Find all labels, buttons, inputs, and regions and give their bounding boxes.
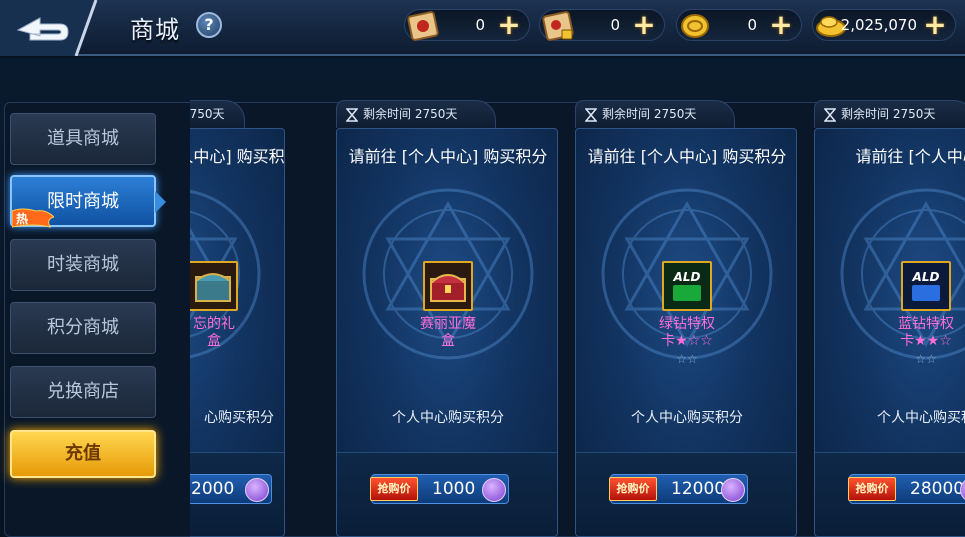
hourglass-icon [585, 108, 597, 122]
card-body: 请前往 [个人中心] ! ALD 蓝钻特权 卡★★☆ ☆☆ 个人中心购买积 抢购… [814, 128, 965, 537]
product-card[interactable]: 剩余时间 2750天 请前往 [个人中心] 购买积分 赛丽亚魔 盒 个人中心购买… [336, 100, 558, 537]
timer-tab: 2750天 [190, 100, 245, 128]
timer-text: 剩余时间 2750天 [363, 107, 458, 121]
item-name: 绿钻特权 卡★☆☆ [576, 316, 796, 350]
sidebar-item-exchange-shop[interactable]: 兑换商店 [10, 366, 156, 418]
sidebar-item-fashion-shop[interactable]: 时装商城 [10, 239, 156, 291]
hourglass-icon [824, 108, 836, 122]
card-headline: 请前往 [个人中心] ! [855, 147, 965, 166]
timer-tab: 剩余时间 2750天 [814, 100, 965, 128]
add-currency-button[interactable]: + [767, 11, 795, 40]
recharge-button[interactable]: 充值 [10, 430, 156, 478]
card-body: 请前往 [个人中心] 购买积分 ALD 绿钻特权 卡★☆☆ ☆☆ 个人中心购买积… [575, 128, 797, 537]
product-card[interactable]: 剩余时间 2750天 请前往 [个人中心] 购买积分 ALD 绿钻特权 卡★☆☆… [575, 100, 797, 537]
item-name-line2: 卡★★☆ [900, 333, 952, 349]
blue-diamond-card-icon[interactable]: ALD [901, 261, 951, 311]
product-card[interactable]: 剩余时间 2750天 请前往 [个人中心] ! ALD 蓝钻特权 卡★★☆ ☆☆… [814, 100, 965, 537]
item-name-line2: 盒 [207, 333, 221, 349]
add-currency-button[interactable]: + [495, 11, 523, 40]
points-coin-icon [482, 478, 506, 502]
price-value: 1000 [432, 479, 476, 499]
currency-gold-coin: 0 + [676, 9, 802, 41]
sidebar-item-label: 限时商城 [47, 191, 119, 212]
card-body: 请前往 [个人中心] 购买积分 赛丽亚魔 盒 个人中心购买积分 抢购价 1000 [336, 128, 558, 537]
price-bar: 抢购价 28000 [815, 452, 965, 536]
rush-price-badge: 抢购价 [370, 477, 418, 501]
card-headline: 请前往 [个人中心] 购买积分 [348, 147, 548, 166]
card-hint: 个人中心购买积分 [631, 410, 743, 426]
star-rating: ☆☆ [676, 352, 698, 366]
card-body: 人中心] 购买积分 忘的礼 盒 心购买积分 2000 [190, 128, 285, 537]
svg-text:ALD: ALD [912, 270, 940, 284]
timer-text: 2750天 [190, 107, 225, 121]
back-arrow-icon [0, 0, 98, 57]
card-headline: 请前往 [个人中心] 购买积分 [587, 147, 787, 166]
card-headline: 人中心] 购买积分 [190, 147, 285, 166]
item-name: 蓝钻特权 卡★★☆ [815, 316, 965, 350]
product-card[interactable]: 2750天 人中心] 购买积分 忘的礼 盒 心购买积分 2000 [190, 100, 285, 537]
price-value: 2000 [191, 479, 235, 499]
item-name-line1: 蓝钻特权 [898, 316, 954, 332]
product-carousel[interactable]: 2750天 人中心] 购买积分 忘的礼 盒 心购买积分 2000 [190, 100, 965, 537]
hourglass-icon [346, 108, 358, 122]
sidebar-item-points-shop[interactable]: 积分商城 [10, 302, 156, 354]
rush-price-badge: 抢购价 [609, 477, 657, 501]
price-value: 28000 [910, 479, 965, 499]
card-hint: 心购买积分 [204, 410, 274, 426]
item-name-line2: 卡★☆☆ [661, 333, 713, 349]
card-hint: 个人中心购买积分 [392, 410, 504, 426]
points-coin-icon [245, 478, 269, 502]
add-currency-button[interactable]: + [630, 11, 658, 40]
timer-tab: 剩余时间 2750天 [575, 100, 735, 128]
item-name-line1: 忘的礼 [193, 316, 235, 332]
points-coin-icon [721, 478, 745, 502]
item-name-line1: 赛丽亚魔 [420, 316, 476, 332]
currency-gold-ingot: 2,025,070 + [812, 9, 956, 41]
currency-value: 0 [747, 16, 757, 34]
item-name-line1: 绿钻特权 [659, 316, 715, 332]
sidebar-item-item-shop[interactable]: 道具商城 [10, 113, 156, 165]
item-name-line2: 盒 [441, 333, 455, 349]
buy-button[interactable]: 抢购价 28000 [848, 474, 965, 504]
timer-text: 剩余时间 2750天 [602, 107, 697, 121]
star-rating: ☆☆ [915, 352, 937, 366]
timer-text: 剩余时间 2750天 [841, 107, 936, 121]
timer-tab: 剩余时间 2750天 [336, 100, 496, 128]
currency-scroll-lock: 0 + [539, 9, 665, 41]
currency-scroll-red: 0 + [404, 9, 530, 41]
rush-price-badge: 抢购价 [848, 477, 896, 501]
hot-flame-icon: 热 [12, 208, 54, 228]
red-chest-icon[interactable] [423, 261, 473, 311]
item-name: 忘的礼 盒 [190, 316, 254, 350]
currency-value: 2,025,070 [840, 16, 917, 34]
price-value: 12000 [671, 479, 726, 499]
buy-button[interactable]: 抢购价 1000 [370, 474, 509, 504]
gold-coin-icon [681, 14, 709, 38]
question-icon[interactable]: ? [196, 12, 222, 38]
page-title: 商城 [130, 16, 180, 44]
add-currency-button[interactable]: + [921, 11, 949, 40]
currency-value: 0 [475, 16, 485, 34]
hot-label: 热 [16, 211, 28, 226]
price-bar: 2000 [190, 452, 284, 536]
card-hint: 个人中心购买积 [877, 410, 965, 426]
scroll-red-icon [407, 11, 439, 41]
price-bar: 抢购价 1000 [337, 452, 557, 536]
back-button[interactable] [0, 0, 110, 57]
buy-button[interactable]: 抢购价 12000 [609, 474, 748, 504]
svg-text:ALD: ALD [673, 270, 701, 284]
price-bar: 抢购价 12000 [576, 452, 796, 536]
top-bar: 商城 ? 0 + 0 + 0 + 2,025,070 + [0, 0, 965, 57]
scroll-lock-icon [542, 11, 574, 41]
buy-button[interactable]: 2000 [190, 474, 272, 504]
treasure-chest-icon[interactable] [190, 261, 238, 311]
currency-value: 0 [610, 16, 620, 34]
sidebar-item-limited-shop[interactable]: 限时商城 热 [10, 175, 166, 228]
green-diamond-card-icon[interactable]: ALD [662, 261, 712, 311]
item-name: 赛丽亚魔 盒 [337, 316, 557, 350]
